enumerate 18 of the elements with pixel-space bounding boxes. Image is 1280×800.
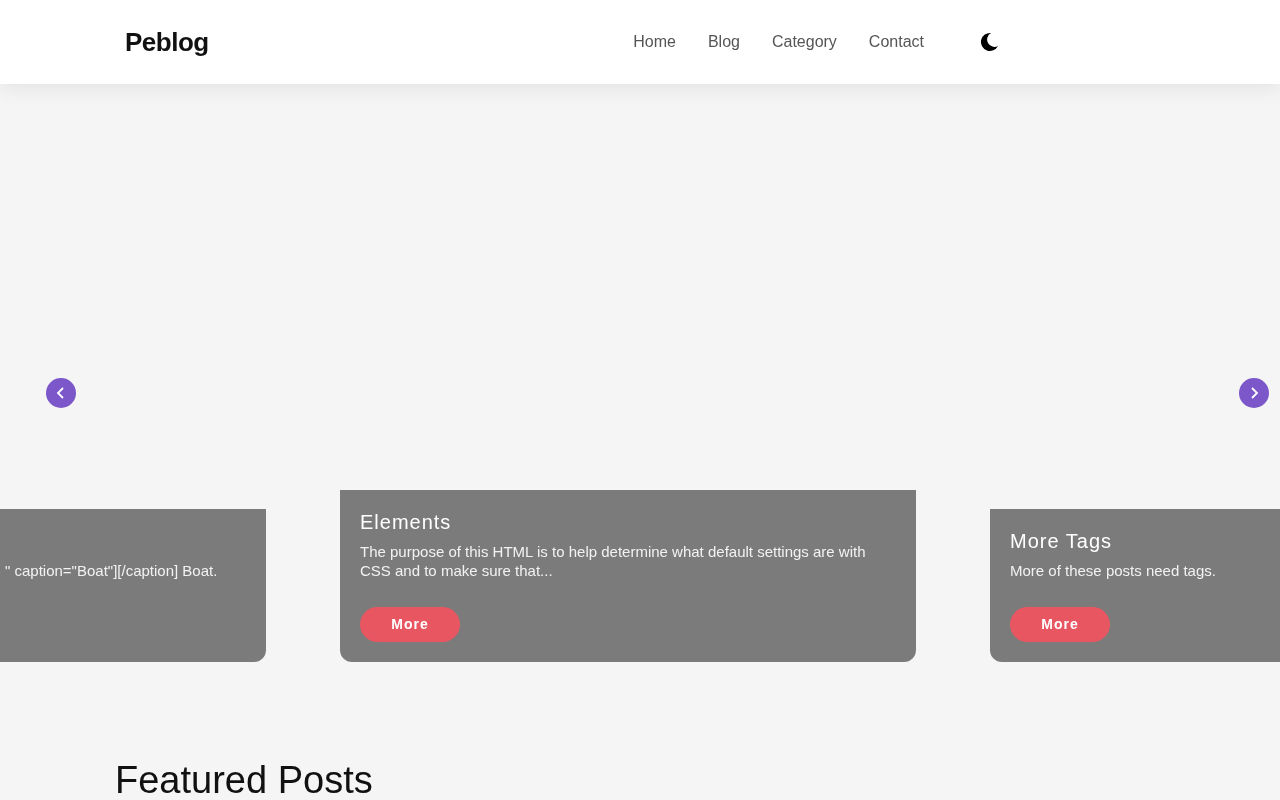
slide-title: More Tags [1010, 529, 1112, 553]
slide-excerpt: More of these posts need tags. [1010, 561, 1216, 580]
nav-link[interactable]: Contact [868, 30, 924, 54]
more-button[interactable]: More [360, 607, 460, 642]
more-button[interactable]: More [1010, 607, 1110, 642]
nav-link[interactable]: Blog [707, 30, 740, 54]
slide-title: Elements [360, 510, 452, 534]
previous-slide-button[interactable] [46, 378, 76, 408]
slide-excerpt: The purpose of this HTML is to help determine what default settings are with CSS and to make sure that... [360, 542, 867, 580]
nav-link[interactable]: Home [633, 30, 676, 54]
nav-link[interactable]: Category [771, 30, 837, 54]
section-heading: Featured Posts [115, 758, 374, 800]
site-logo[interactable]: Peblog [125, 22, 209, 62]
slide-excerpt: " caption="Boat"][/caption] Boat. [5, 561, 218, 580]
moon-icon[interactable] [978, 31, 1000, 53]
chevron-right-icon [1249, 386, 1259, 400]
next-slide-button[interactable] [1239, 378, 1269, 408]
chevron-left-icon [56, 386, 66, 400]
